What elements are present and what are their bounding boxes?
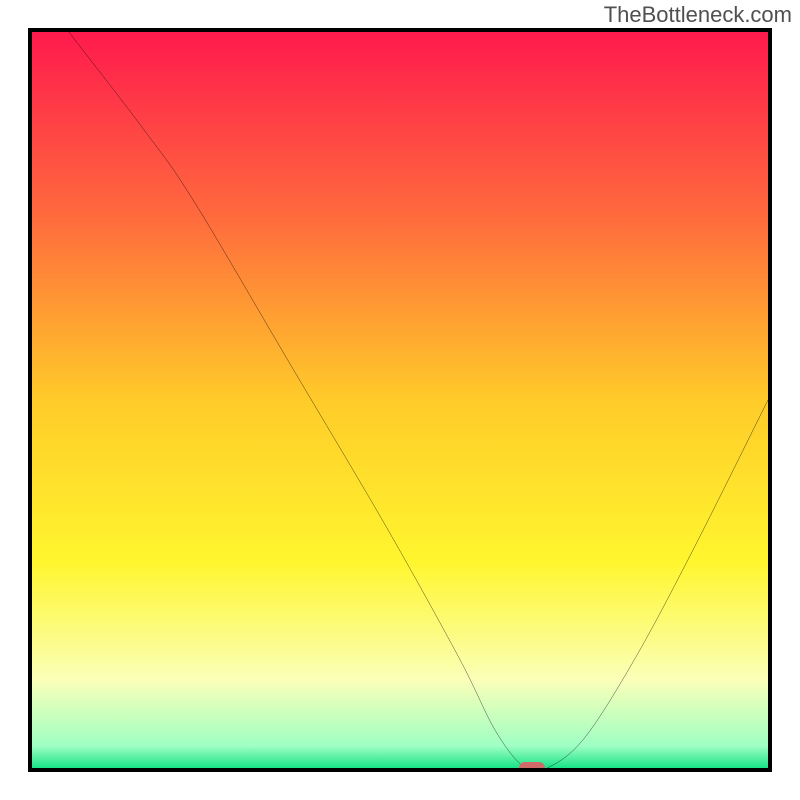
plot-area [28, 28, 772, 772]
watermark-text: TheBottleneck.com [604, 2, 792, 28]
chart-container: TheBottleneck.com [0, 0, 800, 800]
optimal-point-marker [519, 762, 545, 772]
bottleneck-curve [32, 32, 768, 768]
